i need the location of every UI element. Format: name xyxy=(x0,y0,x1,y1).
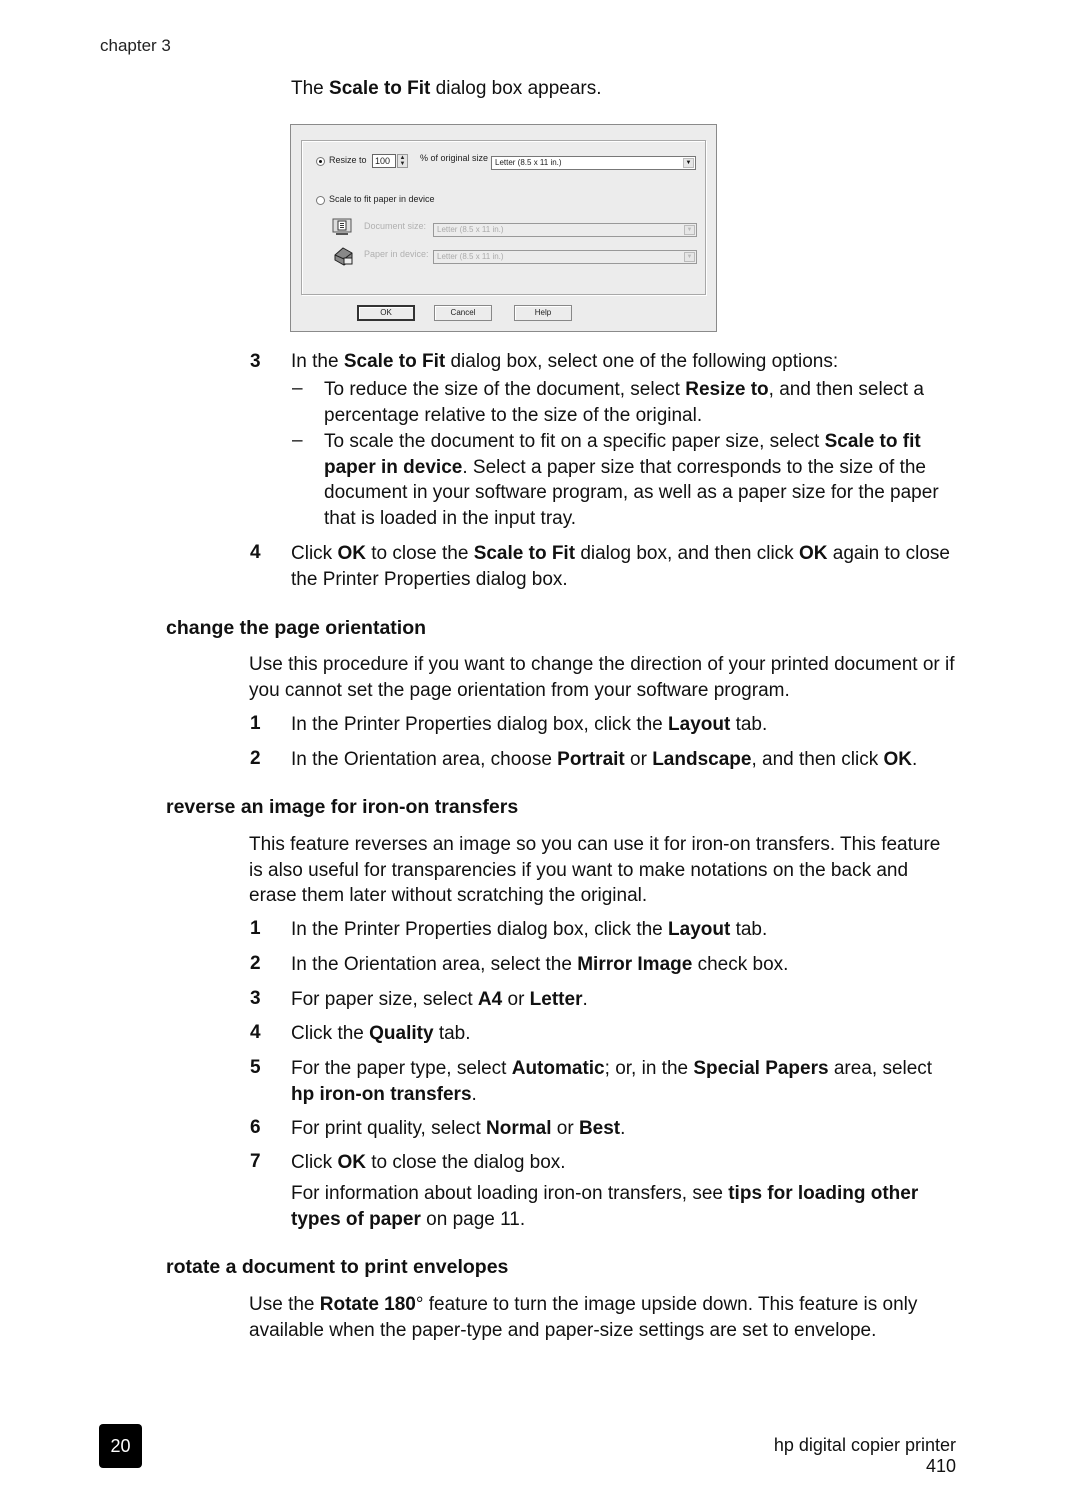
section-heading: rotate a document to print envelopes xyxy=(166,1256,509,1278)
section-intro: Use this procedure if you want to change… xyxy=(249,654,955,701)
step-number: 7 xyxy=(250,1151,261,1172)
bold-term: Letter xyxy=(529,989,583,1010)
step-number: 2 xyxy=(250,953,261,974)
paper-size-value: Letter (8.5 x 11 in.) xyxy=(495,158,562,167)
bold-term: Rotate 180 xyxy=(319,1294,416,1315)
printer-icon xyxy=(334,247,353,266)
step-text: In the Printer Properties dialog box, cl… xyxy=(291,714,768,735)
bullet-text: To reduce the size of the document, sele… xyxy=(324,379,924,426)
chapter-label: chapter 3 xyxy=(100,36,171,55)
bold-term: Scale to Fit xyxy=(473,543,576,564)
section-intro: Use the Rotate 180° feature to turn the … xyxy=(249,1294,918,1341)
resize-to-radio[interactable] xyxy=(316,157,325,166)
section-heading: reverse an image for iron-on transfers xyxy=(166,796,519,818)
intro-bold: Scale to Fit xyxy=(329,78,431,99)
paper-in-device-select[interactable]: Letter (8.5 x 11 in.) ▼ xyxy=(433,250,697,264)
bold-term: OK xyxy=(798,543,828,564)
percent-spinner[interactable]: ▲ ▼ xyxy=(397,154,408,168)
scale-to-fit-radio[interactable] xyxy=(316,196,325,205)
bold-term: Best xyxy=(578,1118,621,1139)
step-number: 4 xyxy=(250,542,261,563)
step-text: In the Orientation area, select the Mirr… xyxy=(291,954,789,975)
scale-to-fit-label: Scale to fit paper in device xyxy=(329,194,435,204)
resize-to-label: Resize to xyxy=(329,155,367,165)
document-size-value: Letter (8.5 x 11 in.) xyxy=(437,225,504,234)
document-size-label: Document size: xyxy=(364,221,427,231)
step-text: Click the Quality tab. xyxy=(291,1023,471,1044)
paper-in-device-label: Paper in device: xyxy=(364,249,429,259)
paper-in-device-value: Letter (8.5 x 11 in.) xyxy=(437,252,504,261)
bold-term: OK xyxy=(337,1152,366,1173)
bold-term: Special Papers xyxy=(693,1058,829,1079)
step-text: For print quality, select Normal or Best… xyxy=(291,1118,626,1139)
monitor-document-icon xyxy=(332,218,352,235)
bold-term: Scale to fit paper in device xyxy=(324,431,921,478)
step-number: 4 xyxy=(250,1022,261,1043)
step-text: In the Orientation area, choose Portrait… xyxy=(291,749,918,770)
step-number: 3 xyxy=(250,351,261,372)
step-text: For the paper type, select Automatic; or… xyxy=(291,1058,933,1105)
step-text: Click OK to close the dialog box. xyxy=(291,1152,566,1173)
intro-post: dialog box appears. xyxy=(430,78,602,99)
cancel-button[interactable]: Cancel xyxy=(434,305,492,321)
bold-term: tips for loading other types of paper xyxy=(291,1183,919,1230)
bold-term: OK xyxy=(337,543,366,564)
scale-to-fit-dialog: Resize to 100 ▲ ▼ % of original size Lett… xyxy=(290,124,717,332)
bold-term: Layout xyxy=(668,919,731,940)
bullet-text: To scale the document to fit on a specif… xyxy=(324,431,939,529)
bold-term: Mirror Image xyxy=(577,954,693,975)
intro-pre: The xyxy=(291,78,330,99)
step-number: 2 xyxy=(250,748,261,769)
bold-term: hp iron-on transfers xyxy=(291,1083,472,1105)
bold-term: Layout xyxy=(668,714,731,735)
bold-term: Automatic xyxy=(511,1058,605,1079)
bold-term: Resize to xyxy=(685,379,769,400)
bold-term: Portrait xyxy=(557,749,625,770)
ok-button[interactable]: OK xyxy=(357,305,415,321)
bullet-dash: – xyxy=(292,430,303,451)
resize-percent-input[interactable]: 100 xyxy=(372,154,396,168)
step-number: 3 xyxy=(250,988,261,1009)
bold-term: Landscape xyxy=(652,749,752,770)
section-heading: change the page orientation xyxy=(166,617,427,639)
dropdown-arrow-icon[interactable]: ▼ xyxy=(683,158,694,168)
step-text: For paper size, select A4 or Letter. xyxy=(291,989,588,1010)
bold-term: Scale to Fit xyxy=(343,351,446,372)
document-size-select[interactable]: Letter (8.5 x 11 in.) ▼ xyxy=(433,223,697,237)
step-number: 1 xyxy=(250,713,261,734)
dropdown-arrow-icon[interactable]: ▼ xyxy=(684,225,695,235)
bullet-dash: – xyxy=(292,378,303,399)
footer-product: hp digital copier printer 410 xyxy=(773,1435,956,1476)
percent-label: % of original size xyxy=(420,153,489,163)
section-intro: This feature reverses an image so you ca… xyxy=(249,834,941,906)
bold-term: OK xyxy=(883,749,913,770)
step-number: 1 xyxy=(250,918,261,939)
step-text: In the Printer Properties dialog box, cl… xyxy=(291,919,768,940)
step-text: In the Scale to Fit dialog box, select o… xyxy=(291,351,839,372)
bold-term: Quality xyxy=(369,1023,434,1044)
dropdown-arrow-icon[interactable]: ▼ xyxy=(684,252,695,262)
step-note: For information about loading iron-on tr… xyxy=(291,1183,919,1230)
intro-text: The Scale to Fit dialog box appears. xyxy=(291,78,602,100)
bold-term: Normal xyxy=(486,1118,552,1139)
step-text: Click OK to close the Scale to Fit dialo… xyxy=(291,543,950,590)
page-number: 20 xyxy=(99,1424,142,1468)
bold-term: A4 xyxy=(477,989,503,1010)
step-number: 6 xyxy=(250,1117,261,1138)
help-button[interactable]: Help xyxy=(514,305,572,321)
paper-size-select[interactable]: Letter (8.5 x 11 in.) ▼ xyxy=(491,156,696,170)
step-number: 5 xyxy=(250,1057,261,1078)
options-group: Resize to 100 ▲ ▼ % of original size Lett… xyxy=(301,140,706,295)
